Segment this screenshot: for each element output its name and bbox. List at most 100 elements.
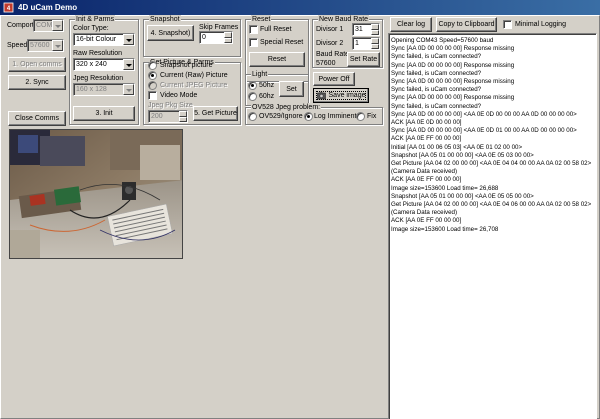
chevron-down-icon[interactable]	[123, 59, 134, 70]
spin-buttons[interactable]	[224, 32, 232, 43]
speed-select[interactable]: 57600	[27, 39, 64, 52]
log-line: Sync [AA 0D 00 00 00 00] Response missin…	[391, 78, 515, 86]
50hz-label: 50hz	[259, 82, 275, 89]
log-line: ACK [AA 0E FF 00 00 00]	[391, 135, 462, 143]
comport-label: Comport	[7, 22, 34, 29]
ov528-label: OV528 Jpeg problem:	[251, 103, 322, 112]
save-image-button[interactable]: Save image	[313, 88, 369, 103]
spin-down-icon[interactable]	[179, 116, 187, 122]
light-set-button[interactable]: Set	[279, 81, 304, 97]
power-off-button[interactable]: Power Off	[313, 72, 355, 86]
divisor2-input[interactable]: 1	[352, 37, 380, 50]
ov529-ignore-radio[interactable]	[248, 112, 257, 121]
current-raw-label: Current (Raw) Picture	[160, 72, 228, 79]
log-line: Sync [AA 0D 00 00 00 00] Response missin…	[391, 94, 515, 102]
get-picture-button[interactable]: 5. Get Picture	[193, 106, 238, 121]
app-icon: 4	[3, 2, 14, 13]
chevron-down-icon[interactable]	[123, 34, 134, 45]
log-line: ACK [AA 0E FF 00 00 00]	[391, 176, 462, 184]
log-line: Get Picture [AA 04 02 00 00 00] <AA 0E 0…	[391, 201, 592, 209]
minimal-logging-checkbox[interactable]	[503, 20, 512, 29]
60hz-label: 60hz	[259, 93, 275, 100]
log-output[interactable]: Opening COM43 Speed=57600 baud Sync [AA 0…	[388, 33, 597, 419]
log-line: Sync [AA 0D 00 00 00 00] <AA 0E 0D 01 00…	[391, 127, 577, 135]
reset-button[interactable]: Reset	[249, 52, 305, 67]
spin-buttons[interactable]	[371, 38, 379, 49]
color-type-select[interactable]: 16-bit Colour	[73, 33, 135, 46]
log-line: (Camera Data received)	[391, 168, 458, 176]
sync-button[interactable]: 2. Sync	[8, 75, 66, 90]
spin-down-icon[interactable]	[371, 43, 379, 49]
set-rate-button[interactable]: Set Rate	[347, 52, 380, 67]
chevron-down-icon[interactable]	[123, 84, 134, 95]
log-line: Snapshot [AA 05 01 00 00 00] <AA 0E 05 0…	[391, 192, 534, 200]
50hz-radio[interactable]	[248, 81, 257, 90]
spin-buttons[interactable]	[179, 111, 187, 122]
log-line: (Camera Data received)	[391, 209, 458, 217]
log-line: ACK [AA 0E 0D 00 00 00]	[391, 119, 462, 127]
spin-down-icon[interactable]	[224, 37, 232, 43]
60hz-radio[interactable]	[248, 92, 257, 101]
log-imminent-radio[interactable]	[304, 112, 313, 121]
full-reset-label: Full Reset	[260, 26, 292, 33]
camera-image-content	[10, 130, 182, 258]
comport-select[interactable]: COM43	[33, 19, 64, 32]
init-button[interactable]: 3. Init	[73, 106, 135, 121]
camera-image	[9, 129, 183, 259]
clear-log-button[interactable]: Clear log	[390, 17, 432, 32]
log-line: Sync [AA 0D 00 00 00 00] <AA 0E 0D 00 00…	[391, 110, 577, 118]
current-raw-radio[interactable]	[148, 71, 157, 80]
save-image-label: Save image	[328, 92, 366, 99]
log-line: Sync [AA 0D 00 00 00 00] Response missin…	[391, 61, 515, 69]
baud-rate-value: 57600	[316, 60, 336, 67]
log-line: Image size=153600 Load time= 26,688	[391, 184, 499, 192]
jpeg-pkg-size-input[interactable]: 200	[148, 110, 188, 123]
jpeg-resolution-select[interactable]: 160 x 128	[73, 83, 135, 96]
chevron-down-icon[interactable]	[52, 20, 63, 31]
log-line: Image size=153600 Load time= 26,708	[391, 225, 499, 233]
log-line: Sync [AA 0D 00 00 00 00] Response missin…	[391, 45, 515, 53]
raw-resolution-label: Raw Resolution	[73, 50, 123, 57]
log-line: Opening COM43 Speed=57600 baud	[391, 37, 494, 44]
open-comms-button[interactable]: 1. Open comms	[8, 57, 66, 72]
speed-label: Speed	[7, 42, 28, 49]
light-label: Light	[251, 70, 269, 79]
skip-frames-input[interactable]: 0	[199, 31, 233, 44]
fix-radio[interactable]	[356, 112, 365, 121]
log-line: Sync failed, is uCam connected?	[391, 86, 482, 94]
full-reset-checkbox[interactable]	[249, 25, 258, 34]
minimal-logging-label: Minimal Logging	[515, 21, 566, 28]
chevron-down-icon[interactable]	[52, 40, 63, 51]
copy-to-clipboard-button[interactable]: Copy to Clipboard	[436, 17, 497, 32]
log-imminent-label: Log Imminent	[314, 113, 357, 120]
log-line: Get Picture [AA 04 02 00 00 00] <AA 0E 0…	[391, 160, 592, 168]
log-line: Sync failed, is uCam connected?	[391, 102, 482, 110]
ov529-ignore-label: OV529/Ignore	[259, 113, 303, 120]
color-type-label: Color Type:	[73, 25, 109, 32]
divisor1-label: Divisor 1	[316, 26, 344, 33]
special-reset-label: Special Reset	[260, 39, 304, 46]
divisor1-input[interactable]: 31	[352, 23, 380, 36]
jpeg-resolution-label: Jpeg Resolution	[73, 75, 124, 82]
log-line: Initial [AA 01 00 06 05 03] <AA 0E 01 02…	[391, 143, 523, 151]
camera-icon	[316, 91, 326, 100]
snapshot-button[interactable]: 4. Snapshot)	[147, 25, 194, 41]
close-comms-button[interactable]: Close Comms	[8, 111, 66, 126]
fix-label: Fix	[367, 113, 377, 120]
video-mode-checkbox[interactable]	[148, 91, 157, 100]
baud-rate-value-label: Baud Rate	[316, 51, 350, 58]
snapshot-label: Snapshot	[149, 15, 181, 24]
video-mode-label: Video Mode	[160, 92, 198, 99]
log-line: Snapshot [AA 05 01 00 00 00] <AA 0E 05 0…	[391, 151, 534, 159]
title-bar: 4 4D uCam Demo	[0, 0, 600, 15]
spin-down-icon[interactable]	[371, 29, 379, 35]
log-line: Sync failed, is uCam connected?	[391, 53, 482, 61]
raw-resolution-select[interactable]: 320 x 240	[73, 58, 135, 71]
log-line: ACK [AA 0E FF 00 00 00]	[391, 217, 462, 225]
snapshot-picture-radio[interactable]	[148, 61, 157, 70]
current-jpeg-radio[interactable]	[148, 81, 157, 90]
log-line: Sync failed, is uCam connected?	[391, 69, 482, 77]
spin-buttons[interactable]	[371, 24, 379, 35]
special-reset-checkbox[interactable]	[249, 38, 258, 47]
snapshot-picture-label: Snapshot picture	[160, 62, 213, 69]
